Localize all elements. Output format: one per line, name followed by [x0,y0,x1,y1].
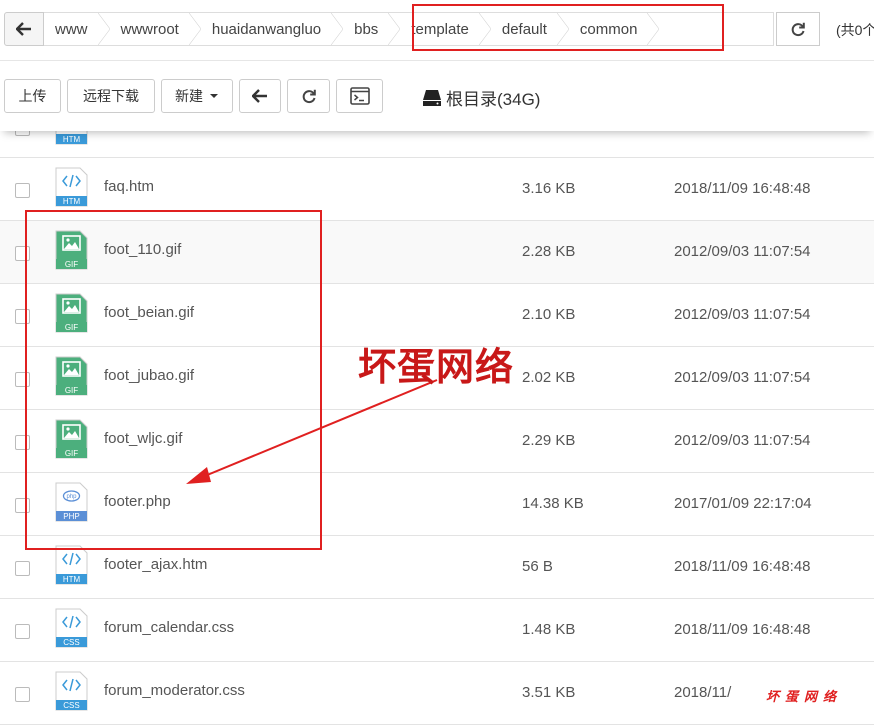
remote-download-button[interactable]: 远程下载 [67,79,155,113]
svg-text:CSS: CSS [63,701,79,710]
file-size: 3.16 KB [522,180,576,197]
path-highlight-box [412,4,724,51]
watermark-small-text: 坏蛋网络 [762,686,843,705]
row-checkbox[interactable] [15,561,30,576]
svg-text:HTM: HTM [63,135,81,144]
svg-text:CSS: CSS [63,638,79,647]
table-row[interactable]: CSS forum_calendar.css 1.48 KB 2018/11/09 1… [0,599,874,662]
css-file-icon: CSS [55,671,88,711]
breadcrumb-item[interactable]: huaidanwangluo [201,13,344,45]
breadcrumb-item[interactable]: www [44,13,110,45]
refresh-button[interactable] [287,79,330,113]
file-size: 3.51 KB [522,684,576,701]
remote-download-label: 远程下载 [83,88,139,104]
disk-label: 根目录(34G) [446,90,541,109]
upload-button[interactable]: 上传 [4,79,61,113]
file-name[interactable]: forum_moderator.css [104,682,245,699]
refresh-icon [791,22,805,37]
file-modified-date: 2017/01/09 22:17:04 [674,495,812,512]
file-size: 2.10 KB [522,306,576,323]
htm-file-icon: HTM [55,167,88,207]
file-size: 2.29 KB [522,432,576,449]
refresh-icon [302,89,316,104]
refresh-path-button[interactable] [776,12,820,46]
new-dropdown-button[interactable]: 新建 [161,79,233,113]
file-size: 56 B [522,558,553,575]
row-checkbox[interactable] [15,687,30,702]
upload-label: 上传 [18,88,47,104]
files-highlight-box [25,210,322,550]
file-modified-date: 2012/09/03 11:07:54 [674,369,811,386]
breadcrumb-label: wwwroot [120,20,179,38]
disk-indicator[interactable]: 根目录(34G) [422,85,540,110]
file-modified-date: 2018/11/09 16:48:48 [674,180,811,197]
back-button[interactable] [4,12,44,46]
caret-down-icon [210,94,218,98]
breadcrumb-item[interactable]: bbs [343,13,401,45]
table-row[interactable]: CSS forum_moderator.css 3.51 KB 2018/11/ [0,662,874,725]
arrow-left-icon [16,22,31,36]
new-label: 新建 [175,88,203,104]
file-modified-date: 2012/09/03 11:07:54 [674,432,811,449]
terminal-icon [349,87,370,105]
breadcrumb-label: huaidanwangluo [211,20,322,38]
file-name[interactable]: footer_ajax.htm [104,556,207,573]
file-modified-date: 2018/11/09 16:48:48 [674,558,811,575]
svg-text:HTM: HTM [63,575,81,584]
file-size: 2.28 KB [522,243,576,260]
hard-disk-icon [423,89,441,106]
terminal-button[interactable] [336,79,383,113]
breadcrumb-item[interactable]: wwwroot [110,13,202,45]
row-checkbox[interactable] [15,183,30,198]
arrow-left-icon [252,89,267,103]
file-modified-date: 2012/09/03 11:07:54 [674,306,811,323]
file-modified-date: 2018/11/09 16:48:48 [674,621,811,638]
css-file-icon: CSS [55,608,88,648]
file-name[interactable]: faq.htm [104,178,154,195]
file-modified-date: 2018/11/ [674,684,732,701]
breadcrumb-label: www [55,20,88,38]
breadcrumb-label: bbs [354,20,379,38]
file-modified-date: 2012/09/03 11:07:54 [674,243,811,260]
htm-file-icon: HTM [55,545,88,585]
watermark-text: 坏蛋网络 [358,344,515,389]
row-checkbox[interactable] [15,624,30,639]
svg-text:HTM: HTM [63,197,81,206]
go-back-button[interactable] [239,79,281,113]
file-name[interactable]: forum_calendar.css [104,619,234,636]
file-size: 14.38 KB [522,495,584,512]
toolbar: 上传 远程下载 新建 根目录(34G) [0,60,874,131]
file-count: (共0个 [836,22,874,38]
file-size: 2.02 KB [522,369,576,386]
file-size: 1.48 KB [522,621,576,638]
